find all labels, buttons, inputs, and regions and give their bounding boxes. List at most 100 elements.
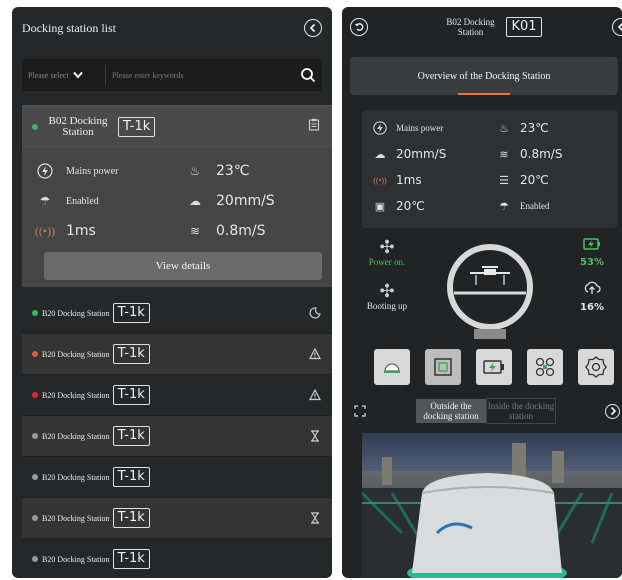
- weather-value: Enabled: [520, 201, 550, 211]
- tab-underline: [458, 93, 510, 95]
- tab-overview[interactable]: Overview of the Docking Station: [350, 57, 618, 95]
- tab-outside-camera[interactable]: Outside the docking station: [416, 399, 486, 423]
- station-name: B02 Docking Station: [48, 115, 108, 138]
- station-name: B02 Docking Station: [446, 17, 495, 37]
- signal-icon: ((•)): [373, 175, 387, 185]
- power-status-area: ✣ Power on. ✣ Booting up 53% 16%: [362, 237, 618, 347]
- list-item[interactable]: B20 Docking Station T-1k: [22, 293, 332, 334]
- search-button[interactable]: [294, 67, 322, 83]
- gear-icon: [585, 356, 607, 378]
- collapse-button[interactable]: [611, 18, 622, 36]
- drone-control-button[interactable]: [527, 349, 563, 385]
- signal-icon: ((•)): [34, 223, 56, 238]
- station-tag: T-1k: [112, 385, 150, 405]
- list-item[interactable]: B20 Docking Station T-1k: [22, 539, 332, 578]
- heat-icon: ♨: [499, 122, 509, 135]
- status-dot: [32, 392, 38, 398]
- filter-select[interactable]: Please select: [22, 65, 106, 85]
- overview-title: B02 Docking Station K01: [438, 17, 542, 37]
- hatch-control-button[interactable]: [425, 349, 461, 385]
- station-overview-panel: B02 Docking Station K01 Overview of the …: [342, 7, 622, 578]
- page-title: Docking station list: [22, 20, 116, 35]
- stat-wind: ≋ 0.8m/S: [172, 222, 322, 240]
- rain-value: 20mm/S: [216, 193, 275, 209]
- battery-icon: ▣: [374, 200, 386, 213]
- power-value: Mains power: [396, 123, 444, 133]
- bolt-icon: [36, 162, 54, 180]
- battery-percent: 53%: [580, 257, 604, 268]
- station-tag: T-1k: [112, 426, 150, 446]
- chevron-down-icon: [72, 71, 83, 79]
- view-details-button[interactable]: View details: [44, 252, 322, 280]
- charge-control-button[interactable]: [476, 349, 512, 385]
- station-name: B20 Docking Station: [42, 472, 110, 482]
- station-tag: T-1k: [112, 508, 150, 528]
- search-input[interactable]: [106, 70, 294, 80]
- clipboard-icon[interactable]: [308, 118, 320, 136]
- status-dot: [32, 433, 38, 439]
- list-item[interactable]: B20 Docking Station T-1k: [22, 498, 332, 539]
- hourglass-icon: [308, 511, 322, 525]
- fullscreen-icon[interactable]: [352, 403, 368, 419]
- selected-station-card[interactable]: B02 Docking Station T-1k Mains power ♨ 2…: [22, 105, 332, 287]
- station-name: B20 Docking Station: [42, 554, 110, 564]
- moon-icon: [308, 306, 322, 320]
- stat-rain: ☁ 20mm/S: [362, 146, 486, 162]
- rain-value: 20mm/S: [396, 147, 447, 161]
- collapse-button[interactable]: [304, 19, 322, 37]
- drone-status-text: Power on.: [368, 257, 406, 267]
- station-tag: K01: [506, 17, 542, 37]
- station-tag: T-1k: [118, 117, 156, 137]
- search-bar: Please select: [22, 59, 322, 91]
- stat-wind: ≋ 0.8m/S: [486, 146, 610, 162]
- station-name: B20 Docking Station: [42, 349, 110, 359]
- dock-illustration: [440, 237, 540, 345]
- stat-signal: ((•)) 1ms: [362, 172, 486, 188]
- wind-speed-icon: ≋: [499, 148, 509, 161]
- next-camera-button[interactable]: [605, 403, 620, 419]
- chevron-right-icon: [610, 406, 616, 416]
- battery-charge-icon: [483, 360, 504, 374]
- signal-value: 1ms: [396, 173, 422, 187]
- station-tag: T-1k: [112, 549, 150, 569]
- boot-status: ✣ Booting up: [362, 281, 412, 311]
- upload-percent: 16%: [580, 302, 604, 313]
- station-name: B20 Docking Station: [42, 390, 110, 400]
- tab-inside-camera[interactable]: Inside the docking station: [486, 398, 556, 424]
- list-item[interactable]: B20 Docking Station T-1k: [22, 457, 332, 498]
- chevron-left-icon: [309, 23, 316, 33]
- drone-icon: ✣: [379, 281, 395, 301]
- status-dot: [32, 310, 38, 316]
- heat-value: 23℃: [520, 121, 549, 135]
- back-button[interactable]: [350, 18, 368, 36]
- settings-control-button[interactable]: [578, 349, 614, 385]
- station-tag: T-1k: [112, 344, 150, 364]
- control-toolbar: [374, 349, 614, 385]
- power-value: Mains power: [66, 165, 119, 177]
- dock-control-button[interactable]: [374, 349, 410, 385]
- weather-value: Enabled: [66, 195, 99, 207]
- stat-battery-temp: ▣ 20℃: [362, 198, 486, 214]
- stat-weather: ☂ Enabled: [22, 192, 172, 210]
- stat-heat: ♨ 23℃: [486, 120, 610, 136]
- stat-rain: ☁ 20mm/S: [172, 192, 322, 210]
- wind-value: 0.8m/S: [520, 147, 563, 161]
- hourglass-icon: [308, 429, 322, 443]
- warning-icon: [308, 388, 322, 402]
- stat-weather: ☂ Enabled: [486, 198, 610, 214]
- selected-station-header: B02 Docking Station T-1k: [22, 106, 332, 148]
- status-dot: [32, 556, 38, 562]
- station-name: B20 Docking Station: [42, 513, 110, 523]
- ac-temp-value: 20℃: [520, 173, 549, 187]
- stat-power: Mains power: [22, 162, 172, 180]
- upload-progress: 16%: [566, 281, 618, 313]
- station-stats: Mains power ♨ 23℃ ☁ 20mm/S ≋ 0.8m/S ((•)…: [362, 110, 618, 228]
- hatch-icon: [434, 358, 452, 376]
- list-item[interactable]: B20 Docking Station T-1k: [22, 416, 332, 457]
- list-item[interactable]: B20 Docking Station T-1k: [22, 334, 332, 375]
- chevron-left-icon: [617, 22, 622, 32]
- rain-icon: ☁: [374, 148, 386, 161]
- camera-bar: Outside the docking station Inside the d…: [352, 397, 620, 425]
- list-item[interactable]: B20 Docking Station T-1k: [22, 375, 332, 416]
- status-dot: [32, 515, 38, 521]
